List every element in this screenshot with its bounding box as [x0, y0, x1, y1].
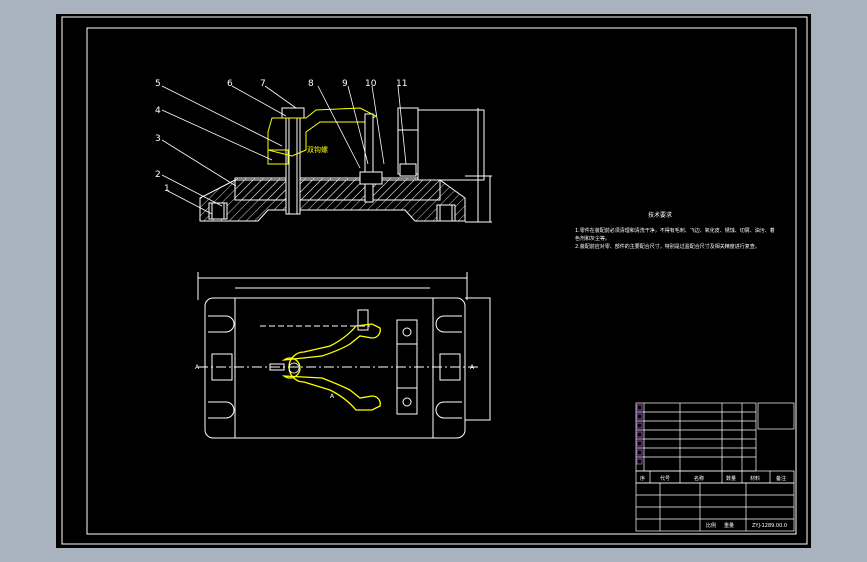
- tech-req-line-3: 2.装配前应对零、部件的主要配合尺寸，特别是过盈配合尺寸及相关精度进行复查。: [575, 243, 760, 250]
- balloon-1: 1: [164, 184, 170, 194]
- bom-header-remarks: 备注: [776, 475, 786, 482]
- balloon-10: 10: [365, 79, 377, 89]
- bom-header-seq: 序: [640, 475, 645, 482]
- balloon-6: 6: [227, 79, 233, 89]
- tech-req-line-1: 1.零件在装配前必须清理和清洗干净，不得有毛刺、飞边、氧化皮、锈蚀、切屑、油污、…: [575, 227, 775, 234]
- balloon-4: 4: [155, 106, 161, 116]
- base-top-plate: [234, 177, 441, 201]
- scale-label: 比例: [706, 522, 716, 529]
- bom-header-code: 代号: [660, 475, 670, 482]
- bom-header-qty: 数量: [726, 475, 736, 482]
- balloon-8: 8: [308, 79, 314, 89]
- bom-header-material: 材料: [750, 475, 760, 482]
- bom-header-name: 名称: [694, 475, 704, 482]
- tech-req-title: 技术要求: [648, 211, 672, 219]
- balloon-3: 3: [155, 134, 161, 144]
- drawing-sheet: [56, 14, 811, 548]
- weight-label: 重量: [724, 522, 734, 529]
- clamp-label: 双钩螺: [307, 145, 328, 154]
- stud-nut: [281, 107, 305, 119]
- balloon-11: 11: [396, 79, 407, 89]
- balloon-2: 2: [155, 170, 161, 180]
- support-bracket: [417, 109, 485, 181]
- drawing-number: ZYJ-1289.00.0: [752, 523, 787, 529]
- tech-req-line-2: 色剂和灰尘等。: [575, 235, 610, 242]
- cad-drawing-canvas[interactable]: 1 2 3 4 5 6 7 8 9 10 11 双钩螺 A A A 技术要求 1…: [0, 0, 867, 562]
- balloon-5: 5: [155, 79, 161, 89]
- center-stud: [285, 115, 301, 215]
- balloon-7: 7: [260, 79, 266, 89]
- balloon-9: 9: [342, 79, 348, 89]
